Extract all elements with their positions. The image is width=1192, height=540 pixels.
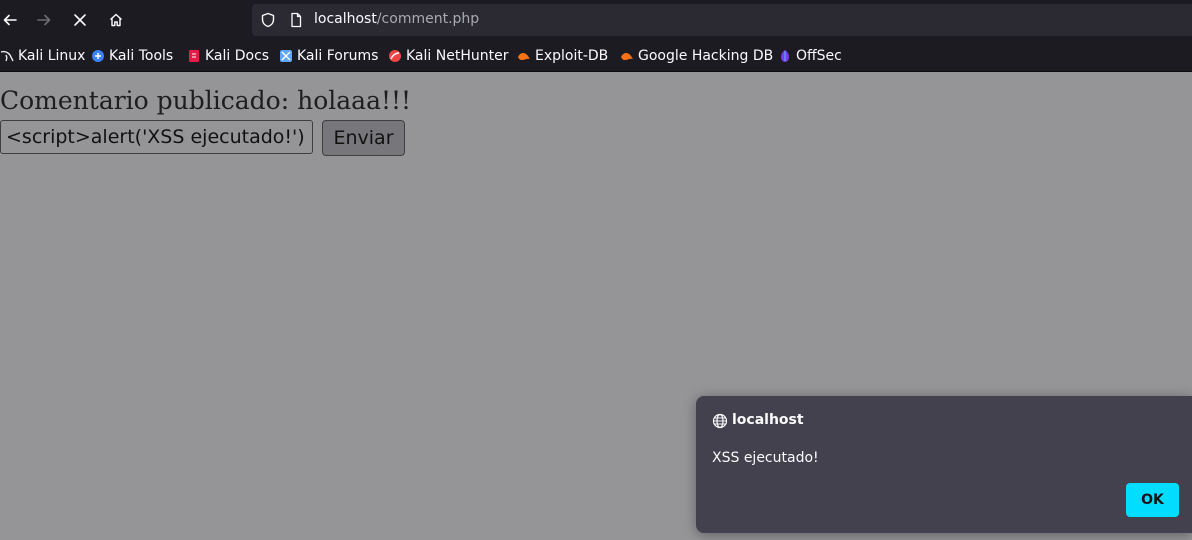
dialog-message: XSS ejecutado! (712, 450, 819, 466)
bookmark-google-hacking-db[interactable]: Google Hacking DB (620, 47, 773, 65)
address-bar[interactable]: localhost/comment.php (252, 4, 1192, 36)
page-heading: Comentario publicado: holaaa!!! (0, 86, 412, 115)
bookmark-label: Kali Forums (297, 48, 379, 64)
bookmark-kali-docs[interactable]: Kali Docs (187, 47, 269, 65)
comment-input[interactable]: <script>alert('XSS ejecutado!') (0, 120, 313, 154)
arrow-left-icon (3, 14, 17, 26)
shield-icon[interactable] (260, 12, 276, 28)
bookmark-offsec[interactable]: OffSec (778, 47, 842, 65)
close-icon (74, 14, 86, 26)
bookmark-kali-nethunter[interactable]: Kali NetHunter (388, 47, 508, 65)
arrow-right-icon (37, 14, 51, 26)
bookmark-label: Kali Linux (18, 48, 86, 64)
stop-button[interactable] (66, 6, 94, 34)
submit-button[interactable]: Enviar (322, 120, 405, 156)
bookmark-label: Google Hacking DB (638, 48, 774, 64)
back-button[interactable] (0, 6, 24, 34)
home-button[interactable] (102, 6, 130, 34)
bookmark-kali-linux[interactable]: Kali Linux (0, 47, 85, 65)
bookmark-kali-forums[interactable]: Kali Forums (279, 47, 378, 65)
url-host: localhost (314, 11, 377, 27)
alert-dialog: localhost XSS ejecutado! OK (696, 396, 1192, 533)
bookmark-label: Kali NetHunter (406, 48, 509, 64)
bookmark-label: Exploit-DB (535, 48, 609, 64)
globe-icon (712, 413, 728, 429)
forward-button[interactable] (30, 6, 58, 34)
bookmark-label: Kali Docs (205, 48, 270, 64)
url-path: /comment.php (376, 11, 480, 27)
ghdb-icon (621, 53, 633, 60)
kali-tools-icon (92, 50, 104, 62)
kali-forums-icon (280, 50, 292, 62)
exploit-db-icon (518, 53, 530, 60)
kali-docs-icon (189, 50, 199, 62)
kali-nethunter-icon (389, 50, 401, 62)
home-icon (110, 13, 122, 27)
url-text[interactable]: localhost/comment.php (314, 11, 479, 27)
bookmark-exploit-db[interactable]: Exploit-DB (517, 47, 608, 65)
bookmarks-toolbar: Kali Linux Kali Tools Kali Docs Kali For… (0, 40, 1192, 72)
browser-toolbar: localhost/comment.php (0, 0, 1192, 40)
bookmark-kali-tools[interactable]: Kali Tools (91, 47, 173, 65)
dialog-origin: localhost (732, 412, 804, 428)
offsec-icon (781, 50, 789, 62)
bookmark-label: OffSec (796, 48, 842, 64)
kali-dragon-icon (0, 50, 14, 62)
ok-button[interactable]: OK (1126, 483, 1179, 517)
bookmark-label: Kali Tools (109, 48, 174, 64)
page-icon[interactable] (288, 12, 304, 28)
